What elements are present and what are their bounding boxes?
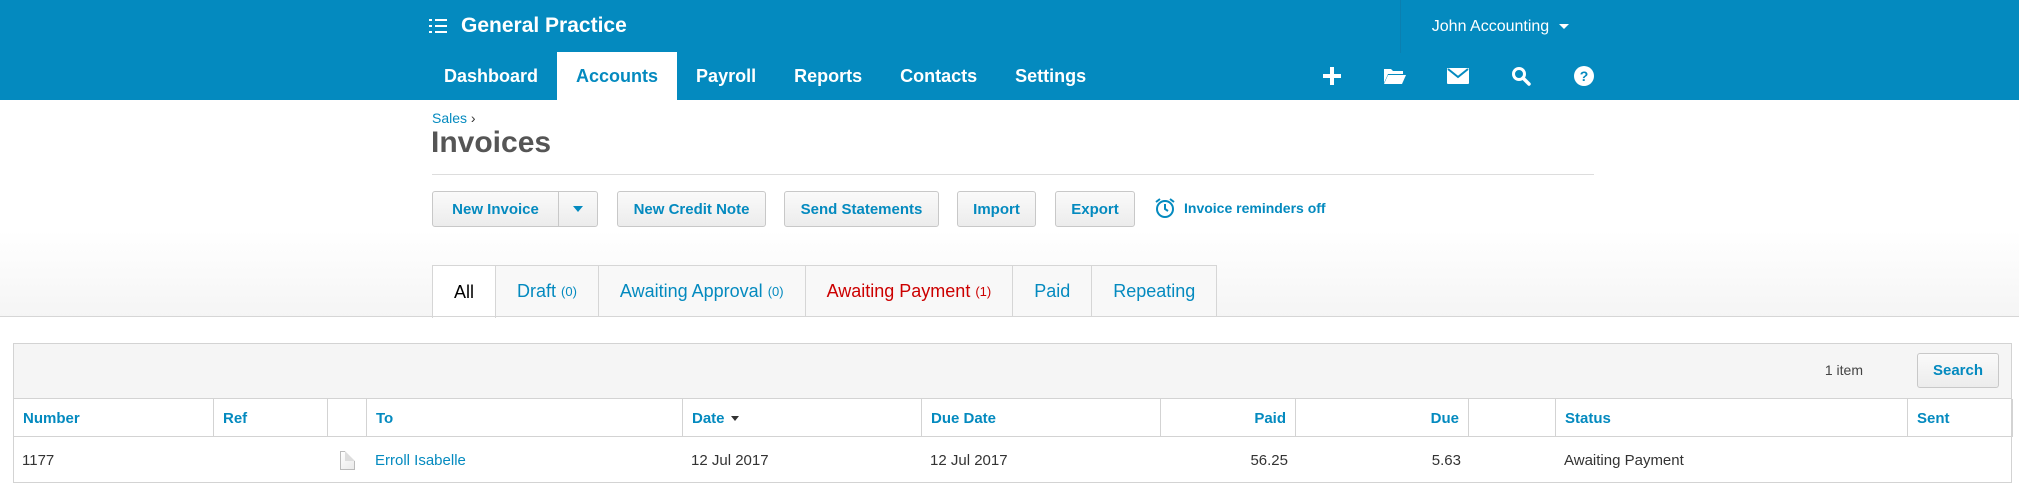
nav-tab-dashboard[interactable]: Dashboard bbox=[425, 52, 557, 100]
cell-attachment bbox=[332, 438, 367, 482]
new-invoice-split-button: New Invoice bbox=[432, 191, 598, 227]
menu-icon bbox=[429, 17, 449, 35]
tab-awaiting-payment[interactable]: Awaiting Payment (1) bbox=[804, 265, 1014, 317]
header-tools: ? bbox=[1300, 56, 1615, 96]
search-icon[interactable] bbox=[1489, 56, 1552, 96]
plus-icon[interactable] bbox=[1300, 56, 1363, 96]
user-menu[interactable]: John Accounting bbox=[1400, 0, 1600, 53]
item-count: 1 item bbox=[1824, 362, 1863, 378]
column-header-due-date[interactable]: Due Date bbox=[922, 399, 1161, 437]
cell-number: 1177 bbox=[22, 451, 55, 469]
divider bbox=[432, 174, 1594, 175]
tab-label: Awaiting Payment bbox=[826, 281, 971, 301]
export-button[interactable]: Export bbox=[1055, 191, 1135, 227]
svg-text:?: ? bbox=[1579, 68, 1588, 84]
column-header-ref[interactable]: Ref bbox=[214, 399, 328, 437]
nav-tab-accounts[interactable]: Accounts bbox=[557, 52, 678, 100]
user-name: John Accounting bbox=[1431, 17, 1550, 35]
tab-count: (0) bbox=[561, 284, 577, 299]
cell-ref bbox=[214, 438, 328, 482]
nav-tab-settings[interactable]: Settings bbox=[996, 52, 1105, 100]
tab-label: Awaiting Approval bbox=[619, 281, 763, 301]
cell-to: Erroll Isabelle bbox=[367, 438, 683, 482]
nav-tab-contacts[interactable]: Contacts bbox=[881, 52, 996, 100]
table-toolbar: 1 item Search bbox=[14, 344, 2011, 399]
column-header-to[interactable]: To bbox=[367, 399, 683, 437]
invoice-reminders-link[interactable]: Invoice reminders off bbox=[1154, 196, 1326, 220]
tab-count: (0) bbox=[767, 284, 784, 299]
column-header-paid[interactable]: Paid bbox=[1161, 399, 1296, 437]
column-header-number[interactable]: Number bbox=[14, 399, 214, 437]
mail-icon[interactable] bbox=[1426, 56, 1489, 96]
sort-descending-icon bbox=[730, 415, 739, 421]
import-button[interactable]: Import bbox=[957, 191, 1036, 227]
column-header-blank bbox=[1469, 399, 1556, 437]
invoice-table-panel: 1 item Search Number Ref To Date Due Dat… bbox=[13, 343, 2013, 483]
tab-label: Draft bbox=[517, 281, 557, 301]
new-credit-note-button[interactable]: New Credit Note bbox=[617, 191, 766, 227]
tab-count: (1) bbox=[975, 284, 992, 299]
chevron-down-icon bbox=[1559, 24, 1570, 29]
reminders-label: Invoice reminders off bbox=[1184, 200, 1326, 216]
cell-due-date: 12 Jul 2017 bbox=[930, 451, 1008, 469]
tab-all[interactable]: All bbox=[432, 265, 497, 318]
table-row[interactable]: 1177 Erroll Isabelle 12 Jul 2017 12 Jul … bbox=[14, 438, 2011, 482]
tab-paid[interactable]: Paid bbox=[1012, 265, 1093, 317]
tab-label: Paid bbox=[1034, 281, 1071, 301]
new-invoice-button[interactable]: New Invoice bbox=[433, 192, 559, 226]
main-nav: Dashboard Accounts Payroll Reports Conta… bbox=[425, 52, 1105, 100]
tab-label: Repeating bbox=[1113, 281, 1196, 301]
document-icon bbox=[340, 450, 355, 470]
breadcrumb-separator: › bbox=[470, 110, 476, 126]
send-statements-button[interactable]: Send Statements bbox=[784, 191, 939, 227]
tab-label: All bbox=[454, 281, 475, 302]
org-name: General Practice bbox=[461, 14, 627, 37]
contact-link[interactable]: Erroll Isabelle bbox=[375, 452, 466, 469]
breadcrumb-sales-link[interactable]: Sales bbox=[432, 110, 467, 126]
help-icon[interactable]: ? bbox=[1552, 56, 1615, 96]
caret-down-icon bbox=[573, 206, 583, 212]
column-header-status[interactable]: Status bbox=[1556, 399, 1908, 437]
status-tabs: All Draft (0) Awaiting Approval (0) Awai… bbox=[432, 265, 1218, 318]
table-header: Number Ref To Date Due Date Paid Due Sta… bbox=[14, 399, 2013, 437]
cell-due: 5.63 bbox=[1431, 451, 1461, 469]
breadcrumb: Sales › bbox=[432, 110, 476, 126]
alarm-clock-icon bbox=[1155, 198, 1175, 218]
cell-sent bbox=[1908, 438, 2013, 482]
new-invoice-dropdown[interactable] bbox=[559, 192, 597, 226]
divider bbox=[0, 316, 2019, 317]
nav-tab-reports[interactable]: Reports bbox=[775, 52, 881, 100]
top-bar: General Practice John Accounting Dashboa… bbox=[0, 0, 2019, 100]
column-header-due[interactable]: Due bbox=[1296, 399, 1469, 437]
column-header-attachment bbox=[328, 399, 367, 437]
tab-repeating[interactable]: Repeating bbox=[1091, 265, 1218, 317]
tab-awaiting-approval[interactable]: Awaiting Approval (0) bbox=[597, 265, 806, 317]
page-title: Invoices bbox=[431, 126, 552, 159]
nav-tab-payroll[interactable]: Payroll bbox=[677, 52, 775, 100]
search-button[interactable]: Search bbox=[1917, 353, 1999, 388]
cell-date: 12 Jul 2017 bbox=[691, 451, 769, 469]
org-switcher[interactable]: General Practice bbox=[429, 12, 627, 40]
folder-icon[interactable] bbox=[1363, 56, 1426, 96]
column-header-date[interactable]: Date bbox=[683, 399, 922, 437]
tab-draft[interactable]: Draft (0) bbox=[495, 265, 599, 317]
cell-status: Awaiting Payment bbox=[1564, 451, 1684, 469]
cell-paid: 56.25 bbox=[1250, 451, 1288, 469]
column-header-sent[interactable]: Sent bbox=[1908, 399, 2013, 437]
column-header-date-label: Date bbox=[692, 409, 725, 427]
